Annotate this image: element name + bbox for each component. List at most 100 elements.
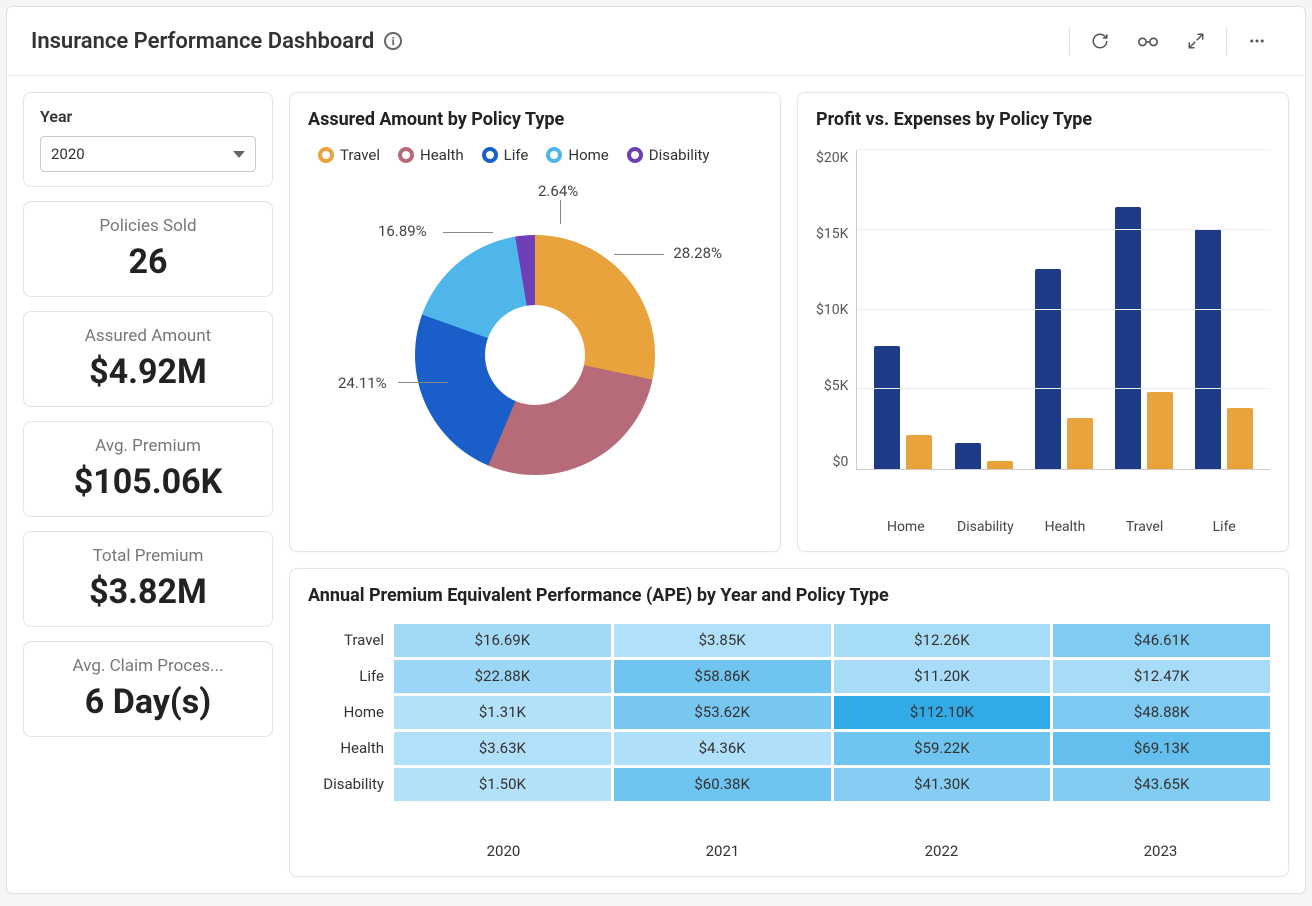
- heat-cell[interactable]: $69.13K: [1053, 732, 1270, 765]
- pie-legend: Travel Health Life Home Disability: [308, 140, 762, 174]
- pie-chart[interactable]: 28.28% 24.11% 16.89% 2.64%: [308, 174, 762, 535]
- main-area: Assured Amount by Policy Type Travel Hea…: [289, 92, 1289, 877]
- heat-row: Travel$16.69K$3.85K$12.26K$46.61K: [308, 622, 1270, 658]
- heat-row-label: Travel: [308, 631, 394, 649]
- heat-row: Disability$1.50K$60.38K$41.30K$43.65K: [308, 766, 1270, 802]
- kpi-value: 6 Day(s): [34, 682, 262, 722]
- heat-cell[interactable]: $46.61K: [1053, 624, 1270, 657]
- heat-row: Home$1.31K$53.62K$112.10K$48.88K: [308, 694, 1270, 730]
- kpi-avg-premium: Avg. Premium $105.06K: [23, 421, 273, 517]
- legend-swatch-icon: [627, 147, 643, 163]
- bar-profit: [1115, 207, 1141, 469]
- legend-swatch-icon: [398, 147, 414, 163]
- ape-heatmap-panel: Annual Premium Equivalent Performance (A…: [289, 568, 1289, 877]
- heat-cell[interactable]: $1.31K: [394, 696, 611, 729]
- assured-amount-panel: Assured Amount by Policy Type Travel Hea…: [289, 92, 781, 552]
- pct-label-home: 16.89%: [378, 222, 427, 240]
- heat-cell[interactable]: $112.10K: [834, 696, 1051, 729]
- donut-hole: [485, 305, 585, 405]
- heat-row: Life$22.88K$58.86K$11.20K$12.47K: [308, 658, 1270, 694]
- heat-cell[interactable]: $58.86K: [614, 660, 831, 693]
- kpi-label: Avg. Claim Proces...: [34, 656, 262, 676]
- heat-row-label: Home: [308, 703, 394, 721]
- bar-expenses: [1067, 418, 1093, 469]
- bar-expenses: [987, 461, 1013, 469]
- fullscreen-button[interactable]: [1172, 23, 1220, 59]
- heat-cell[interactable]: $60.38K: [614, 768, 831, 801]
- heat-cell[interactable]: $59.22K: [834, 732, 1051, 765]
- bar-y-axis: $20K $15K $10K $5K $0: [816, 150, 856, 470]
- page-title: Insurance Performance Dashboard: [31, 29, 374, 54]
- bar-chart[interactable]: $20K $15K $10K $5K $0: [816, 140, 1270, 511]
- bar-group: [1188, 229, 1260, 469]
- heat-cell[interactable]: $12.47K: [1053, 660, 1270, 693]
- dashboard: Insurance Performance Dashboard i Yea: [6, 6, 1306, 894]
- kpi-value: $4.92M: [34, 352, 262, 392]
- heat-cell[interactable]: $12.26K: [834, 624, 1051, 657]
- bar-group: [1028, 269, 1100, 469]
- more-icon: [1247, 32, 1267, 50]
- heat-cell[interactable]: $3.63K: [394, 732, 611, 765]
- legend-swatch-icon: [546, 147, 562, 163]
- bar-profit: [1195, 229, 1221, 469]
- chevron-down-icon: [233, 151, 245, 158]
- view-button[interactable]: [1124, 23, 1172, 59]
- kpi-value: 26: [34, 242, 262, 282]
- heat-cell[interactable]: $16.69K: [394, 624, 611, 657]
- kpi-label: Avg. Premium: [34, 436, 262, 456]
- heat-cell[interactable]: $48.88K: [1053, 696, 1270, 729]
- bar-expenses: [906, 435, 932, 469]
- glasses-icon: [1137, 32, 1159, 50]
- refresh-icon: [1091, 32, 1109, 50]
- heat-cell[interactable]: $11.20K: [834, 660, 1051, 693]
- heat-cell[interactable]: $3.85K: [614, 624, 831, 657]
- year-filter-label: Year: [40, 107, 256, 126]
- year-filter-card: Year 2020: [23, 92, 273, 187]
- heat-cell[interactable]: $22.88K: [394, 660, 611, 693]
- heat-cell[interactable]: $1.50K: [394, 768, 611, 801]
- panel-title: Annual Premium Equivalent Performance (A…: [308, 585, 1270, 606]
- legend-item-life[interactable]: Life: [482, 146, 529, 164]
- bar-group: [867, 346, 939, 469]
- legend-item-travel[interactable]: Travel: [318, 146, 380, 164]
- info-icon[interactable]: i: [384, 32, 402, 50]
- kpi-policies-sold: Policies Sold 26: [23, 201, 273, 297]
- kpi-total-premium: Total Premium $3.82M: [23, 531, 273, 627]
- kpi-label: Total Premium: [34, 546, 262, 566]
- kpi-label: Assured Amount: [34, 326, 262, 346]
- dashboard-body: Year 2020 Policies Sold 26 Assured Amoun…: [7, 76, 1305, 893]
- kpi-value: $105.06K: [34, 462, 262, 502]
- bar-x-axis: Home Disability Health Travel Life: [866, 511, 1270, 535]
- legend-item-health[interactable]: Health: [398, 146, 464, 164]
- panel-title: Profit vs. Expenses by Policy Type: [816, 109, 1270, 130]
- legend-item-home[interactable]: Home: [546, 146, 608, 164]
- heat-cell[interactable]: $53.62K: [614, 696, 831, 729]
- pct-label-disability: 2.64%: [538, 182, 578, 200]
- legend-swatch-icon: [482, 147, 498, 163]
- sidebar: Year 2020 Policies Sold 26 Assured Amoun…: [23, 92, 273, 877]
- heat-cell[interactable]: $4.36K: [614, 732, 831, 765]
- bar-expenses: [1147, 392, 1173, 469]
- heat-cell[interactable]: $43.65K: [1053, 768, 1270, 801]
- profit-expenses-panel: Profit vs. Expenses by Policy Type $20K …: [797, 92, 1289, 552]
- kpi-value: $3.82M: [34, 572, 262, 612]
- bar-group: [948, 443, 1020, 469]
- year-select[interactable]: 2020: [40, 136, 256, 172]
- kpi-label: Policies Sold: [34, 216, 262, 236]
- bar-profit: [874, 346, 900, 469]
- bar-expenses: [1227, 408, 1253, 469]
- bar-profit: [955, 443, 981, 469]
- dashboard-header: Insurance Performance Dashboard i: [7, 7, 1305, 76]
- year-select-value: 2020: [51, 145, 85, 163]
- kpi-assured-amount: Assured Amount $4.92M: [23, 311, 273, 407]
- header-actions: [1063, 23, 1281, 59]
- heat-cell[interactable]: $41.30K: [834, 768, 1051, 801]
- heat-row-label: Disability: [308, 775, 394, 793]
- bar-plot: [856, 150, 1270, 470]
- refresh-button[interactable]: [1076, 23, 1124, 59]
- legend-swatch-icon: [318, 147, 334, 163]
- expand-icon: [1187, 32, 1205, 50]
- heatmap[interactable]: Travel$16.69K$3.85K$12.26K$46.61KLife$22…: [308, 616, 1270, 834]
- legend-item-disability[interactable]: Disability: [627, 146, 710, 164]
- more-button[interactable]: [1233, 23, 1281, 59]
